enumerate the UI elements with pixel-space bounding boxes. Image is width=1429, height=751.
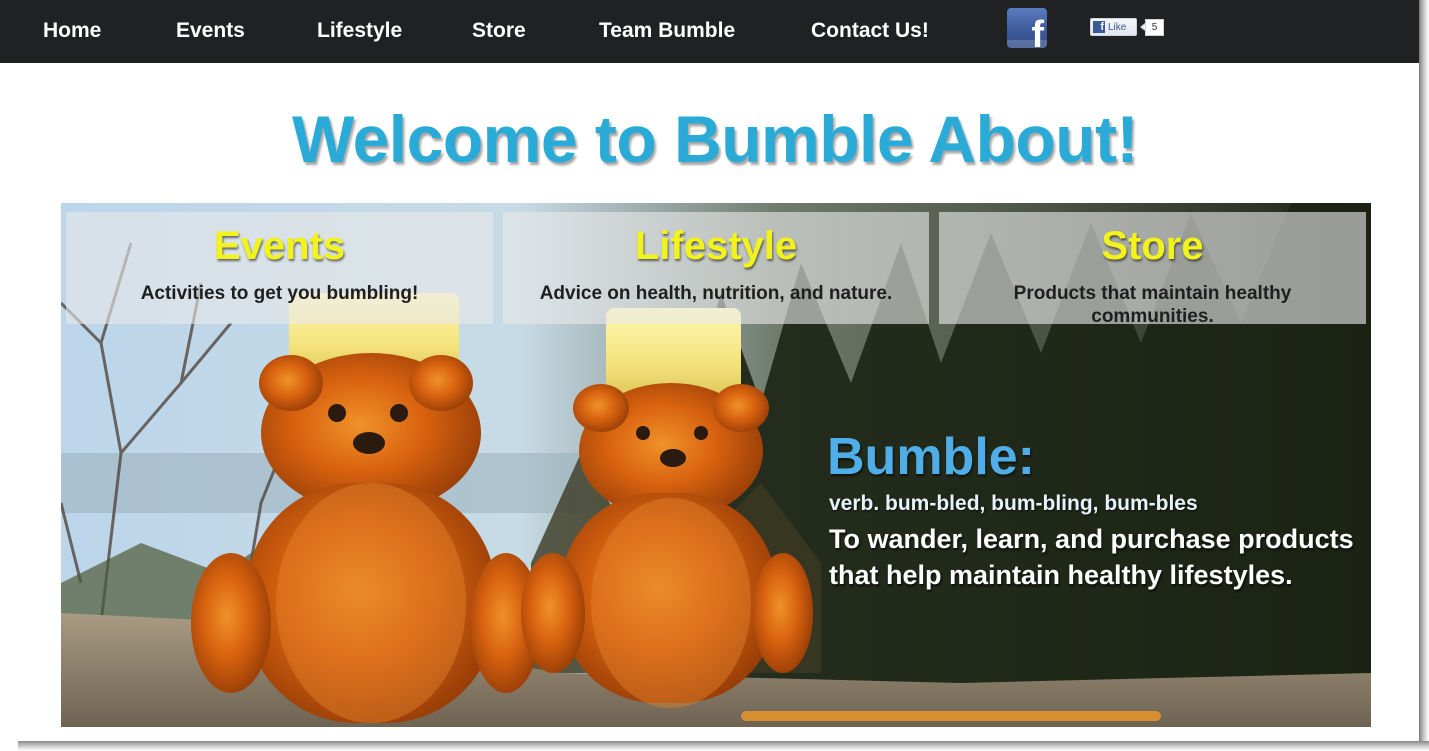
bumble-definition-meaning: To wander, learn, and purchase products … (829, 524, 1354, 590)
like-count: 5 (1145, 19, 1164, 36)
nav-store[interactable]: Store (472, 18, 526, 44)
nav-home[interactable]: Home (43, 18, 101, 44)
top-navbar: Home Events Lifestyle Store Team Bumble … (0, 0, 1419, 63)
nav-team-bumble[interactable]: Team Bumble (599, 18, 735, 44)
facebook-icon[interactable]: f (1007, 8, 1047, 48)
events-panel[interactable]: Events Activities to get you bumbling! (66, 212, 493, 324)
page-shadow (1419, 0, 1429, 751)
bumble-definition-forms: verb. bum-bled, bum-bling, bum-bles (829, 492, 1198, 515)
facebook-like-button[interactable]: f Like (1090, 18, 1137, 36)
lifestyle-panel[interactable]: Lifestyle Advice on health, nutrition, a… (503, 212, 929, 324)
events-panel-description: Activities to get you bumbling! (140, 283, 419, 304)
store-panel-title: Store (1101, 224, 1204, 268)
page: Home Events Lifestyle Store Team Bumble … (0, 0, 1419, 741)
nav-contact-us[interactable]: Contact Us! (811, 18, 929, 44)
facebook-f-glyph: f (1031, 14, 1044, 48)
events-panel-title: Events (213, 224, 346, 268)
lifestyle-panel-title: Lifestyle (634, 224, 798, 268)
facebook-like-icon: f (1093, 21, 1105, 33)
page-title: Welcome to Bumble About! (292, 102, 1139, 176)
page-shadow-bottom (18, 741, 1429, 751)
bumble-definition-word: Bumble: (827, 428, 1035, 486)
store-panel-description: Products that maintain healthy communiti… (1013, 283, 1292, 327)
nav-events[interactable]: Events (176, 18, 245, 44)
store-panel[interactable]: Store Products that maintain healthy com… (939, 212, 1366, 327)
hero-banner: Events Activities to get you bumbling! L… (61, 203, 1371, 727)
like-label: Like (1108, 22, 1127, 33)
lifestyle-panel-description: Advice on health, nutrition, and nature. (539, 283, 893, 304)
honey-stick (741, 711, 1161, 721)
nav-lifestyle[interactable]: Lifestyle (317, 18, 402, 44)
